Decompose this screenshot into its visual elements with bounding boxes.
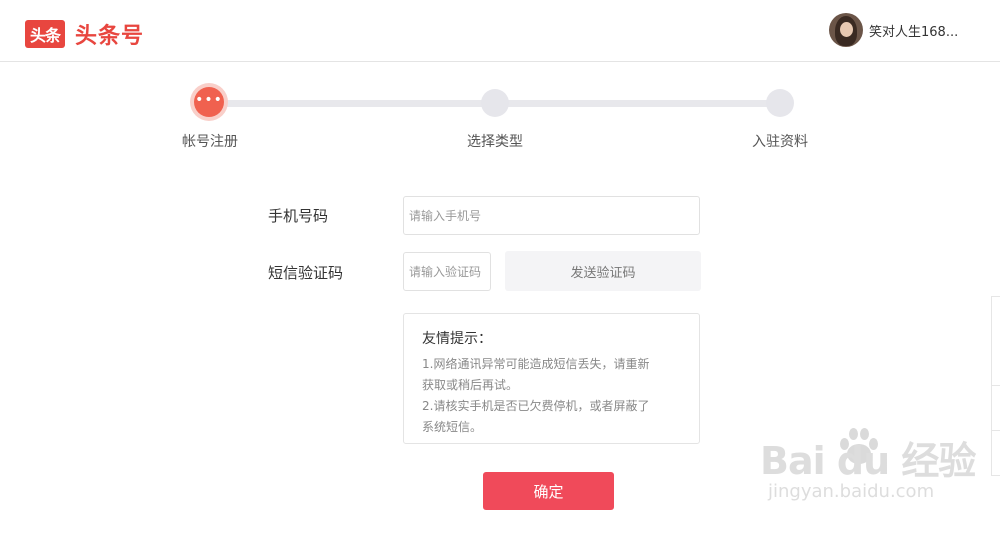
toutiaohao-logo[interactable]: 头条 头条号: [25, 18, 144, 50]
tips-line: 获取或稍后再试。: [422, 378, 519, 392]
more-dots-icon: •••: [195, 92, 223, 108]
logo-badge: 头条: [25, 20, 65, 48]
step-3-indicator: [766, 89, 794, 117]
sms-code-input[interactable]: [403, 252, 491, 291]
watermark-main-text: Bai du 经验: [760, 439, 976, 483]
avatar[interactable]: [829, 13, 863, 47]
tips-line: 系统短信。: [422, 420, 483, 434]
tips-line: 2.请核实手机是否已欠费停机，或者屏蔽了: [422, 399, 650, 413]
side-floating-tab[interactable]: [991, 296, 1000, 386]
side-floating-tab[interactable]: [991, 385, 1000, 431]
user-menu[interactable]: 笑对人生168...: [829, 13, 958, 47]
logo-text: 头条号: [75, 24, 145, 49]
baidu-jingyan-watermark: Bai du 经验 jingyan.baidu.com: [760, 428, 976, 502]
step-3-label: 入驻资料: [752, 134, 808, 150]
phone-label: 手机号码: [268, 207, 329, 225]
phone-input[interactable]: [403, 196, 700, 235]
tips-title: 友情提示：: [422, 331, 492, 347]
send-code-button[interactable]: 发送验证码: [505, 251, 701, 291]
top-header: 头条 头条号 笑对人生168...: [0, 0, 1000, 62]
tips-line: 1.网络通讯异常可能造成短信丢失，请重新: [422, 357, 650, 371]
step-1-indicator: •••: [194, 87, 224, 117]
confirm-button[interactable]: 确定: [483, 472, 614, 510]
sms-code-label: 短信验证码: [268, 264, 344, 282]
step-2-indicator: [481, 89, 509, 117]
step-1-label: 帐号注册: [182, 134, 238, 150]
username[interactable]: 笑对人生168...: [869, 21, 958, 40]
tips-box: 友情提示： 1.网络通讯异常可能造成短信丢失，请重新 获取或稍后再试。 2.请核…: [403, 313, 700, 444]
side-floating-tab[interactable]: [991, 430, 1000, 476]
step-2-label: 选择类型: [467, 134, 523, 150]
